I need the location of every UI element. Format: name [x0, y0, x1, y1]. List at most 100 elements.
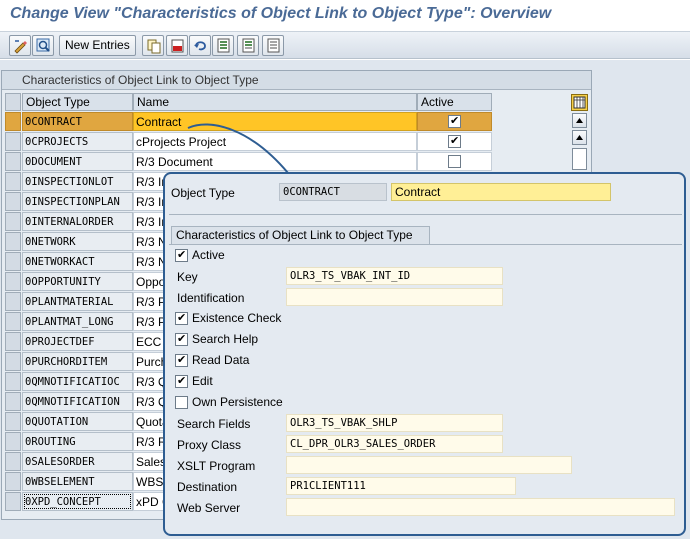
- row-selector[interactable]: [5, 332, 21, 351]
- row-selector[interactable]: [5, 312, 21, 331]
- row-selector[interactable]: [5, 272, 21, 291]
- display-change-button[interactable]: [9, 35, 31, 56]
- table-settings-icon: [573, 96, 586, 109]
- detail-divider: [169, 214, 682, 215]
- active-checkbox[interactable]: [448, 114, 461, 128]
- row-selector[interactable]: [5, 212, 21, 231]
- existence-check-label: Existence Check: [192, 311, 282, 325]
- active-checkbox[interactable]: [448, 155, 461, 168]
- row-selector[interactable]: [5, 112, 21, 131]
- read-data-checkbox[interactable]: [175, 353, 188, 367]
- key-field[interactable]: OLR3_TS_VBAK_INT_ID: [286, 267, 503, 285]
- row-selector[interactable]: [5, 372, 21, 391]
- object-type-cell[interactable]: 0NETWORKACT: [22, 252, 133, 271]
- copy-button[interactable]: [142, 35, 164, 56]
- row-selector[interactable]: [5, 292, 21, 311]
- active-checkbox[interactable]: [175, 248, 188, 262]
- active-cell: [417, 112, 492, 131]
- object-type-cell[interactable]: 0DOCUMENT: [22, 152, 133, 171]
- find-button[interactable]: [32, 35, 54, 56]
- object-type-cell[interactable]: 0QMNOTIFICATION: [22, 392, 133, 411]
- scroll-up-button[interactable]: [572, 130, 587, 145]
- object-type-cell[interactable]: 0PROJECTDEF: [22, 332, 133, 351]
- search-help-label: Search Help: [192, 332, 259, 346]
- copy-icon: [147, 39, 161, 54]
- object-type-cell[interactable]: 0NETWORK: [22, 232, 133, 251]
- row-selector[interactable]: [5, 452, 21, 471]
- identification-label: Identification: [177, 291, 245, 305]
- group-box-border: [169, 244, 682, 245]
- edit-checkbox[interactable]: [175, 374, 188, 388]
- read-data-label: Read Data: [192, 353, 250, 367]
- web-server-field[interactable]: [286, 498, 675, 516]
- object-type-cell[interactable]: 0CONTRACT: [22, 112, 133, 131]
- table-title: Characteristics of Object Link to Object…: [2, 71, 591, 90]
- table-settings-button[interactable]: [571, 94, 588, 111]
- own-persistence-checkbox[interactable]: [175, 396, 188, 409]
- find-icon: [36, 38, 50, 52]
- xslt-program-field[interactable]: [286, 456, 572, 474]
- select-all-icon: [217, 38, 230, 53]
- object-type-cell[interactable]: 0OPPORTUNITY: [22, 272, 133, 291]
- row-selector[interactable]: [5, 432, 21, 451]
- object-type-cell[interactable]: 0ROUTING: [22, 432, 133, 451]
- object-type-cell[interactable]: 0PLANTMAT_LONG: [22, 312, 133, 331]
- row-selector[interactable]: [5, 392, 21, 411]
- application-toolbar: New Entries: [0, 31, 690, 59]
- row-selector[interactable]: [5, 412, 21, 431]
- object-type-cell[interactable]: 0CPROJECTS: [22, 132, 133, 151]
- web-server-label: Web Server: [177, 501, 241, 515]
- row-selector[interactable]: [5, 472, 21, 491]
- search-help-checkbox[interactable]: [175, 332, 188, 346]
- object-type-cell[interactable]: 0INSPECTIONLOT: [22, 172, 133, 191]
- row-selector[interactable]: [5, 232, 21, 251]
- scroll-top-icon: [576, 118, 583, 123]
- destination-label: Destination: [177, 480, 238, 494]
- delete-button[interactable]: [166, 35, 188, 56]
- search-fields-field[interactable]: OLR3_TS_VBAK_SHLP: [286, 414, 503, 432]
- row-selector[interactable]: [5, 192, 21, 211]
- column-header-name[interactable]: Name: [133, 93, 417, 111]
- undo-button[interactable]: [189, 35, 211, 56]
- deselect-all-button[interactable]: [262, 35, 284, 56]
- object-type-cell[interactable]: 0PLANTMATERIAL: [22, 292, 133, 311]
- xslt-program-label: XSLT Program: [177, 459, 256, 473]
- column-header-active[interactable]: Active: [417, 93, 492, 111]
- select-all-rows-button[interactable]: [5, 93, 21, 111]
- row-selector[interactable]: [5, 252, 21, 271]
- object-type-cell[interactable]: 0PURCHORDITEM: [22, 352, 133, 371]
- object-type-cell[interactable]: 0XPD_CONCEPT: [22, 492, 133, 511]
- object-type-cell[interactable]: 0INTERNALORDER: [22, 212, 133, 231]
- destination-field[interactable]: PR1CLIENT111: [286, 477, 516, 495]
- object-type-cell[interactable]: 0WBSELEMENT: [22, 472, 133, 491]
- title-bar: Change View "Characteristics of Object L…: [0, 0, 690, 30]
- row-selector[interactable]: [5, 152, 21, 171]
- window-title: Change View "Characteristics of Object L…: [10, 5, 552, 22]
- existence-check-checkbox[interactable]: [175, 311, 188, 325]
- callout-connector: [187, 123, 289, 174]
- detail-object-type-field: 0CONTRACT: [279, 183, 387, 201]
- own-persistence-label: Own Persistence: [192, 395, 283, 409]
- object-type-cell[interactable]: 0QMNOTIFICATIOC: [22, 372, 133, 391]
- key-label: Key: [177, 270, 198, 284]
- proxy-class-field[interactable]: CL_DPR_OLR3_SALES_ORDER: [286, 435, 503, 453]
- row-selector[interactable]: [5, 492, 21, 511]
- detail-object-type-label: Object Type: [171, 186, 235, 200]
- scroll-top-button[interactable]: [572, 113, 587, 128]
- row-selector[interactable]: [5, 172, 21, 191]
- active-checkbox[interactable]: [448, 134, 461, 148]
- object-type-cell[interactable]: 0INSPECTIONPLAN: [22, 192, 133, 211]
- object-type-cell[interactable]: 0SALESORDER: [22, 452, 133, 471]
- scroll-up-icon: [576, 135, 583, 140]
- row-selector[interactable]: [5, 352, 21, 371]
- identification-field[interactable]: [286, 288, 503, 306]
- row-selector[interactable]: [5, 132, 21, 151]
- detail-name-field[interactable]: Contract: [391, 183, 611, 201]
- select-all-button[interactable]: [212, 35, 234, 56]
- group-box-title: Characteristics of Object Link to Object…: [171, 226, 430, 244]
- object-type-cell[interactable]: 0QUOTATION: [22, 412, 133, 431]
- scrollbar-thumb[interactable]: [572, 148, 587, 170]
- column-header-object-type[interactable]: Object Type: [22, 93, 133, 111]
- select-block-button[interactable]: [237, 35, 259, 56]
- new-entries-button[interactable]: New Entries: [59, 35, 136, 56]
